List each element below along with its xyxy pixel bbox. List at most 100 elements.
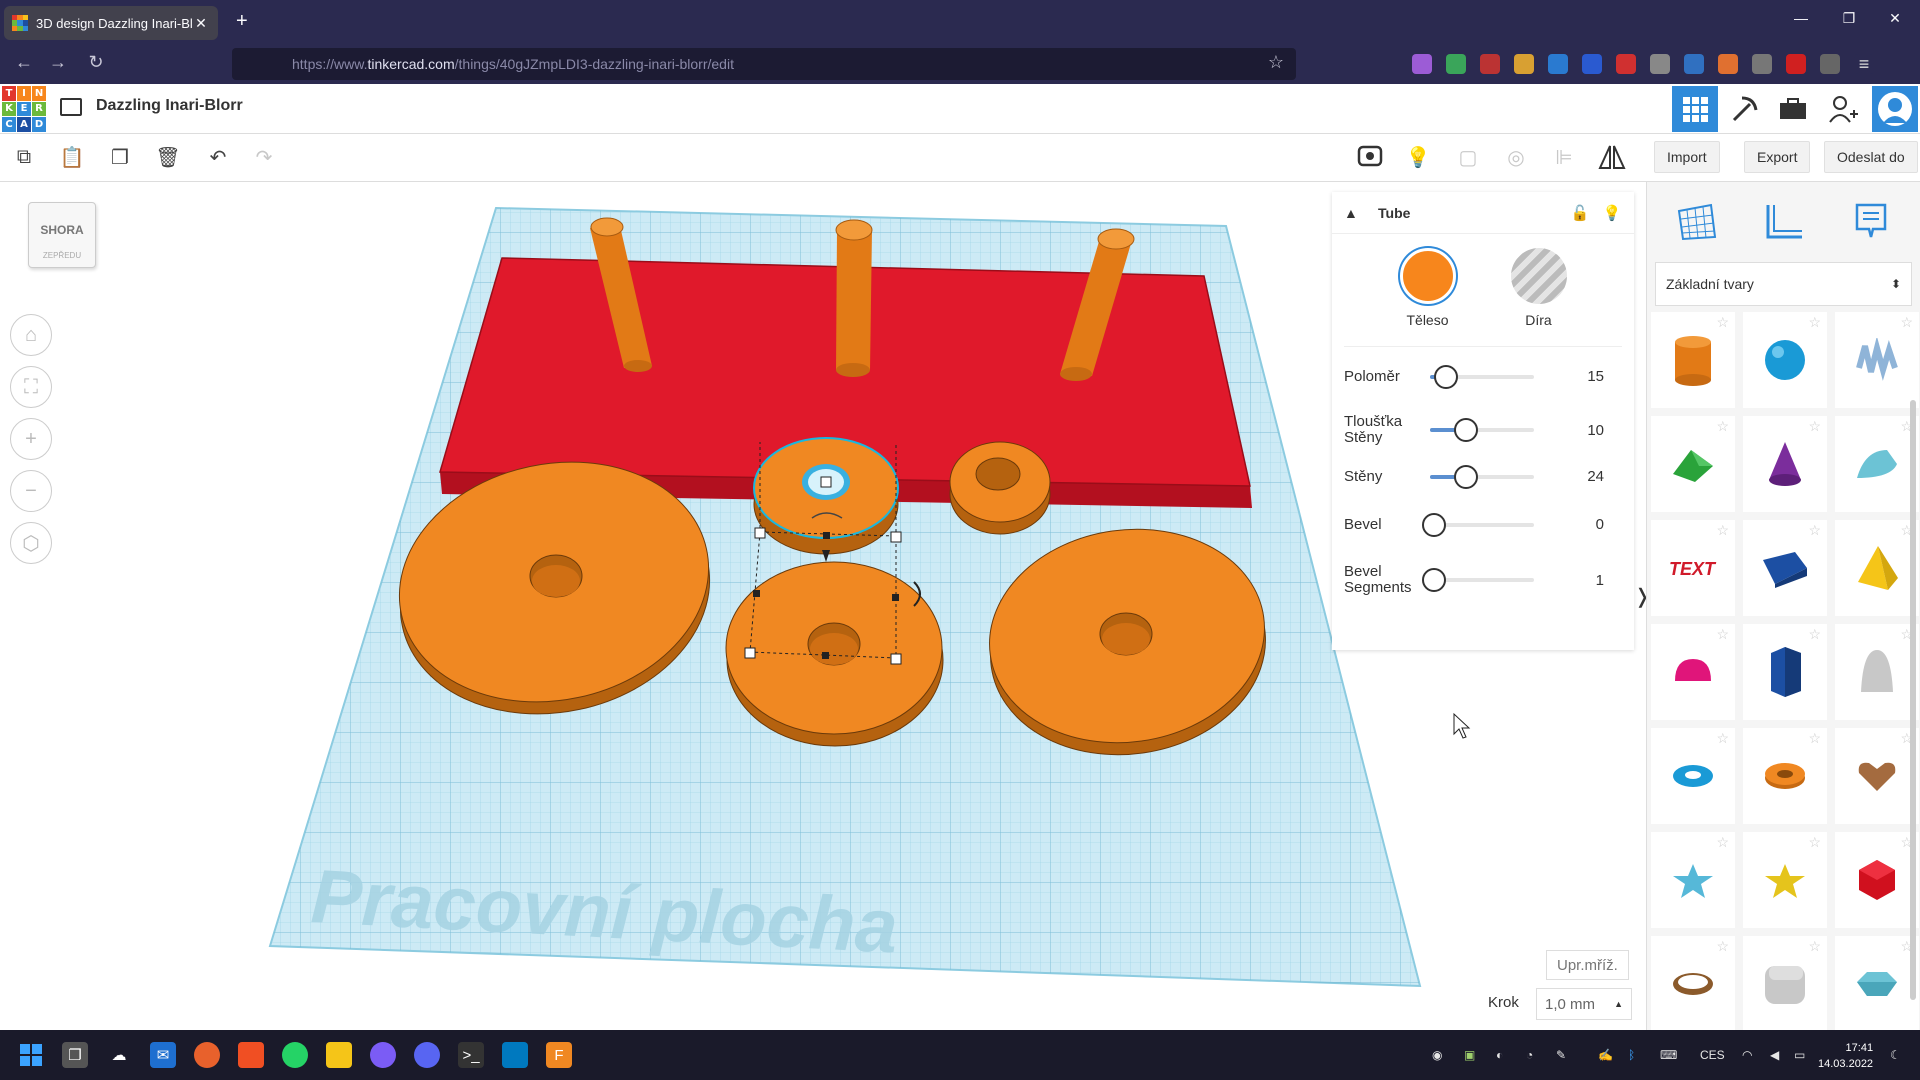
- notes-tool-icon[interactable]: [1846, 196, 1896, 246]
- firefox-icon[interactable]: [194, 1042, 220, 1068]
- shape-star-gold[interactable]: ☆: [1743, 832, 1827, 928]
- tray-icon[interactable]: ◐: [1496, 1048, 1503, 1062]
- peg-center[interactable]: [835, 219, 873, 377]
- perspective-icon[interactable]: ⬡: [10, 522, 52, 564]
- zoom-out-icon[interactable]: −: [10, 470, 52, 512]
- downloads-icon[interactable]: [1446, 54, 1466, 74]
- send-to-button[interactable]: Odeslat do: [1824, 141, 1918, 173]
- tinkercad-taskbar-icon[interactable]: F: [546, 1042, 572, 1068]
- tray-icon[interactable]: ✎: [1556, 1048, 1566, 1062]
- home-view-icon[interactable]: ⌂: [10, 314, 52, 356]
- ungroup-icon[interactable]: ◎: [1502, 143, 1530, 171]
- shape-text[interactable]: ☆ TEXT: [1651, 520, 1735, 616]
- tray-icon[interactable]: ◉: [1432, 1048, 1442, 1062]
- extension-8-icon[interactable]: [1752, 54, 1772, 74]
- metamask-icon[interactable]: [1718, 54, 1738, 74]
- new-tab-icon[interactable]: +: [236, 10, 248, 33]
- extension-9-icon[interactable]: [1786, 54, 1806, 74]
- param-value[interactable]: 0: [1534, 516, 1604, 533]
- delete-icon[interactable]: 🗑: [154, 143, 182, 171]
- add-user-button[interactable]: [1820, 86, 1866, 132]
- resize-handle[interactable]: [890, 531, 902, 543]
- menu-icon[interactable]: ≡: [1854, 54, 1874, 74]
- edge-handle[interactable]: [892, 594, 899, 601]
- slider-knob[interactable]: [1422, 512, 1446, 537]
- shape-roof[interactable]: ☆: [1651, 416, 1735, 512]
- solid-color-swatch[interactable]: [1399, 248, 1456, 304]
- slider-knob[interactable]: [1454, 418, 1478, 442]
- edge-handle[interactable]: [753, 590, 760, 597]
- shape-cylinder[interactable]: ☆: [1651, 312, 1735, 408]
- shape-pyramid[interactable]: ☆: [1835, 520, 1919, 616]
- resize-handle[interactable]: [754, 527, 766, 539]
- weather-icon[interactable]: ☁: [106, 1042, 132, 1068]
- bevel-segments-slider[interactable]: [1422, 568, 1534, 592]
- forward-icon[interactable]: →: [46, 52, 70, 73]
- snap-grid-select[interactable]: 1,0 mm ▲: [1536, 988, 1632, 1020]
- minimize-icon[interactable]: —: [1778, 10, 1824, 26]
- url-bar[interactable]: https://www. tinkercad.com/things/40gJZmp…: [232, 48, 1296, 80]
- tinkercad-logo[interactable]: T I N K E R C A D: [2, 86, 46, 132]
- shape-star[interactable]: ☆: [1651, 832, 1735, 928]
- shape-gem[interactable]: ☆: [1835, 936, 1919, 1032]
- language-indicator[interactable]: CES: [1700, 1048, 1725, 1062]
- lessons-button[interactable]: [1770, 86, 1816, 132]
- slider-knob[interactable]: [1422, 568, 1446, 592]
- shape-ring[interactable]: ☆: [1651, 936, 1735, 1032]
- sides-slider[interactable]: [1430, 464, 1534, 489]
- extension-5-icon[interactable]: [1616, 54, 1636, 74]
- hole-option[interactable]: Díra: [1499, 248, 1579, 328]
- redo-icon[interactable]: ↷: [250, 143, 278, 171]
- height-handle[interactable]: [820, 476, 832, 488]
- export-button[interactable]: Export: [1744, 141, 1811, 173]
- shape-torus[interactable]: ☆: [1651, 728, 1735, 824]
- close-window-icon[interactable]: ✕: [1872, 10, 1918, 27]
- paste-icon[interactable]: 📋: [58, 143, 86, 171]
- group-icon[interactable]: ▢: [1454, 143, 1482, 171]
- battery-icon[interactable]: ▭: [1794, 1048, 1805, 1062]
- shape-sphere[interactable]: ☆: [1743, 312, 1827, 408]
- user-avatar[interactable]: [1872, 86, 1918, 132]
- notes-view-icon[interactable]: [1356, 143, 1384, 171]
- lightbulb-icon[interactable]: 💡: [1404, 143, 1432, 171]
- shape-paraboloid[interactable]: ☆: [1835, 624, 1919, 720]
- collapse-inspector-icon[interactable]: ▲: [1344, 205, 1366, 221]
- back-icon[interactable]: ←: [12, 52, 36, 73]
- discord-icon[interactable]: [414, 1042, 440, 1068]
- wifi-icon[interactable]: ◠: [1742, 1048, 1752, 1062]
- tab-close-icon[interactable]: ✕: [192, 15, 210, 32]
- restore-icon[interactable]: ❐: [1826, 10, 1872, 27]
- shape-half-sphere[interactable]: ☆: [1651, 624, 1735, 720]
- tray-icon[interactable]: ▣: [1464, 1048, 1475, 1062]
- tray-icon[interactable]: ◔: [1526, 1048, 1533, 1062]
- extension-7-icon[interactable]: [1684, 54, 1704, 74]
- tray-icon[interactable]: ✍: [1598, 1048, 1613, 1062]
- blocks-button[interactable]: [1722, 86, 1768, 132]
- disk-medium-center[interactable]: [725, 561, 944, 747]
- file-explorer-icon[interactable]: [326, 1042, 352, 1068]
- view-cube-front[interactable]: ZEPŘEDU: [29, 251, 95, 260]
- view-cube-top[interactable]: SHORA: [29, 223, 95, 237]
- resize-handle[interactable]: [744, 647, 756, 659]
- zoom-in-icon[interactable]: +: [10, 418, 52, 460]
- visibility-bulb-icon[interactable]: 💡: [1602, 204, 1622, 222]
- shape-category-select[interactable]: Základní tvary ⬍: [1655, 262, 1912, 306]
- extension-ublock-icon[interactable]: [1480, 54, 1500, 74]
- hole-swatch[interactable]: [1510, 248, 1567, 304]
- notifications-icon[interactable]: ☾: [1890, 1048, 1901, 1062]
- param-value[interactable]: 10: [1534, 422, 1604, 439]
- design-list-icon[interactable]: [60, 98, 82, 116]
- align-icon[interactable]: ⊫: [1550, 143, 1578, 171]
- radius-slider[interactable]: [1430, 364, 1534, 389]
- shape-tube[interactable]: ☆: [1743, 728, 1827, 824]
- shape-scribble[interactable]: ☆: [1835, 312, 1919, 408]
- whatsapp-icon[interactable]: [282, 1042, 308, 1068]
- browser-tab[interactable]: 3D design Dazzling Inari-Blorr | ✕: [4, 6, 218, 40]
- mirror-icon[interactable]: [1598, 143, 1626, 171]
- edge-handle[interactable]: [822, 652, 829, 659]
- fit-view-icon[interactable]: ⛶: [10, 366, 52, 408]
- shape-heart[interactable]: ☆: [1835, 728, 1919, 824]
- bookmark-star-icon[interactable]: ☆: [1264, 52, 1288, 73]
- 3d-view-button[interactable]: [1672, 86, 1718, 132]
- extension-6-icon[interactable]: [1650, 54, 1670, 74]
